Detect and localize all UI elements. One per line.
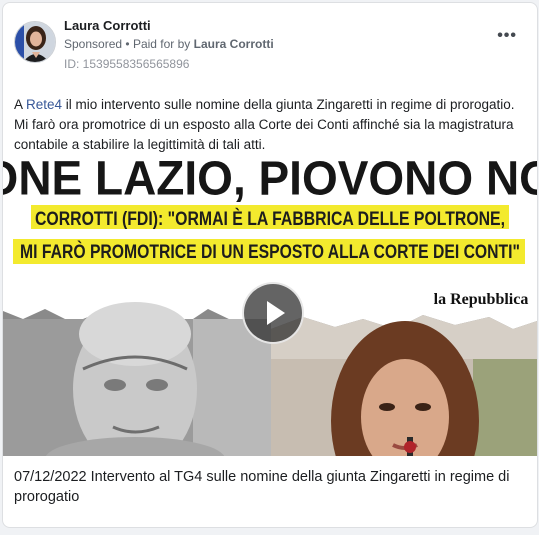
post-text-prefix: A xyxy=(14,97,27,112)
rete4-link[interactable]: Rete4 xyxy=(26,97,62,112)
more-options-icon[interactable]: ••• xyxy=(497,28,517,44)
ad-id: ID: 1539558356565896 xyxy=(64,57,190,71)
headline-text: REGIONE LAZIO, PIOVONO NOMINE xyxy=(3,159,537,205)
play-button[interactable] xyxy=(242,282,304,344)
post-text-body: il mio intervento sulle nomine della giu… xyxy=(14,97,515,152)
video-thumbnail[interactable]: REGIONE LAZIO, PIOVONO NOMINE CORROTTI (… xyxy=(3,159,537,456)
sponsored-line: Sponsored • Paid for by Laura Corrotti xyxy=(64,37,274,51)
meta-separator: • xyxy=(125,37,130,51)
play-icon xyxy=(267,301,285,325)
sponsored-label: Sponsored xyxy=(64,37,123,51)
subhead-line-2: MI FARÒ PROMOTRICE DI UN ESPOSTO ALLA CO… xyxy=(20,241,520,263)
video-caption[interactable]: 07/12/2022 Intervento al TG4 sulle nomin… xyxy=(14,467,519,507)
author-avatar[interactable] xyxy=(14,21,56,63)
post-message: A Rete4 il mio intervento sulle nomine d… xyxy=(14,95,528,155)
source-logo: la Repubblica xyxy=(434,291,529,308)
paid-for-label: Paid for by xyxy=(132,37,191,51)
paid-for-name[interactable]: Laura Corrotti xyxy=(194,37,274,51)
author-name[interactable]: Laura Corrotti xyxy=(64,18,151,33)
subhead-line-1: CORROTTI (FDI): "ORMAI È LA FABBRICA DEL… xyxy=(35,208,505,230)
ad-post-card: Laura Corrotti Sponsored • Paid for by L… xyxy=(2,2,538,528)
